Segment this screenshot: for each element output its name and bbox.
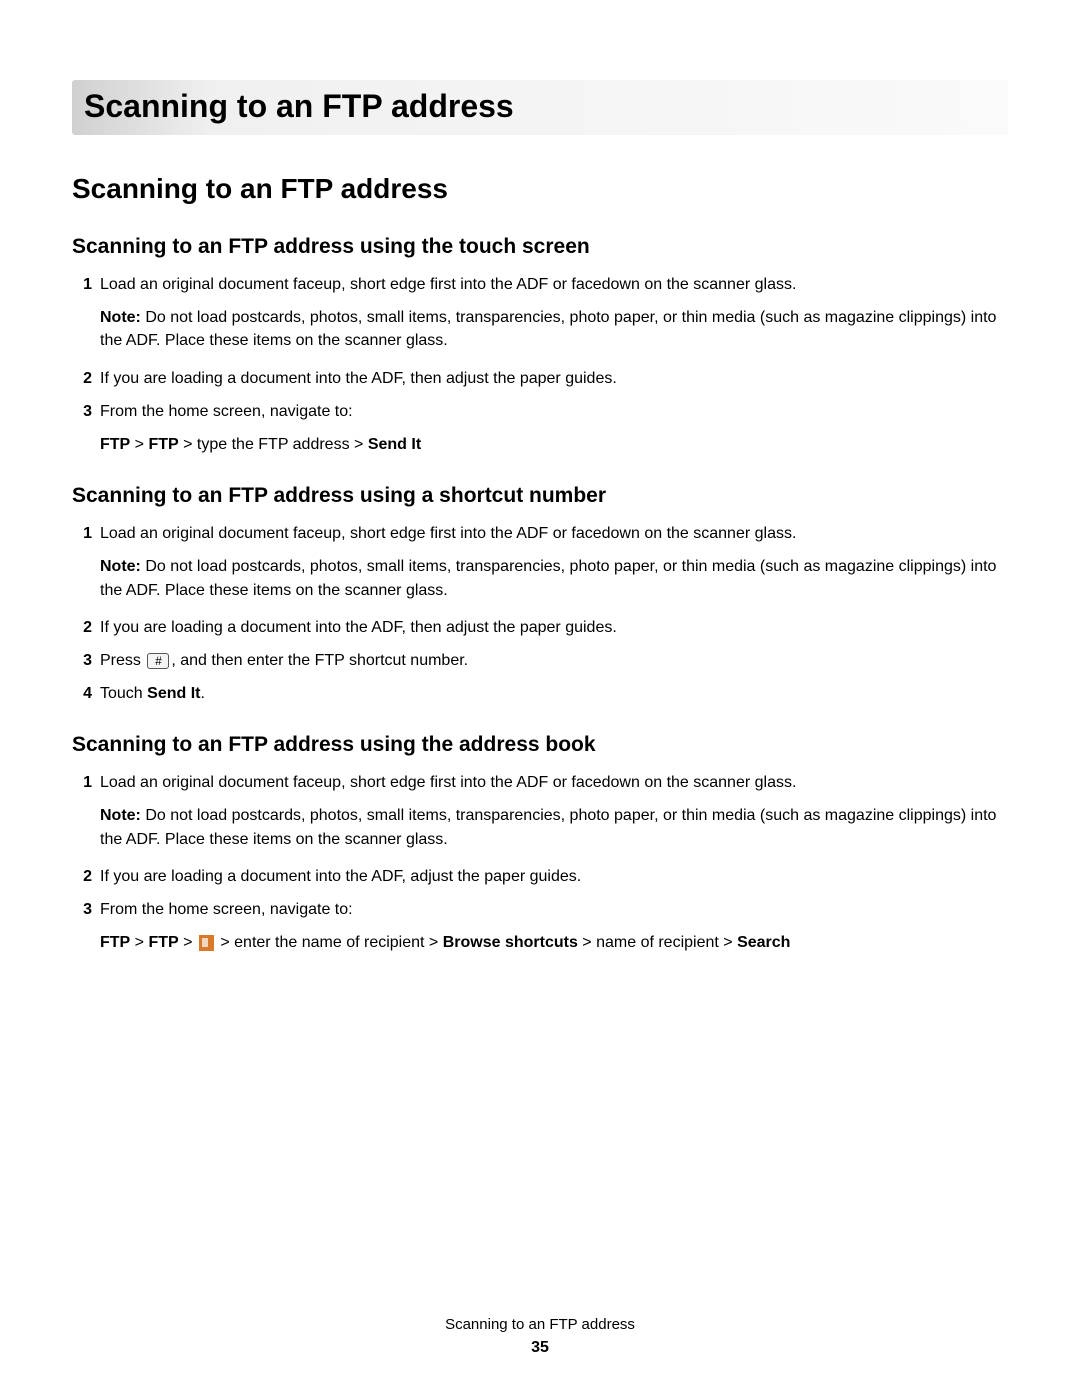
path-text: > enter the name of recipient > (216, 934, 443, 951)
navigation-path: FTP > FTP > type the FTP address > Send … (100, 433, 1008, 456)
step-text: Load an original document faceup, short … (100, 771, 1008, 794)
step-number: 3 (72, 898, 100, 921)
step4-pre: Touch (100, 685, 147, 702)
step-row: 2 If you are loading a document into the… (72, 367, 1008, 390)
step-number: 1 (72, 771, 100, 794)
path-segment-send: Send It (368, 436, 421, 453)
navigation-path: FTP > FTP > > enter the name of recipien… (100, 931, 1008, 954)
step-row: 3 From the home screen, navigate to: (72, 898, 1008, 921)
step3-post: , and then enter the FTP shortcut number… (171, 652, 468, 669)
step-row: 2 If you are loading a document into the… (72, 865, 1008, 888)
addressbook-icon (199, 935, 214, 951)
step-text: Load an original document faceup, short … (100, 522, 1008, 545)
section-heading-h2: Scanning to an FTP address (72, 173, 1008, 205)
path-sep: > (130, 934, 148, 951)
note-block: Note: Do not load postcards, photos, sma… (100, 555, 1008, 601)
note-text: Do not load postcards, photos, small ite… (100, 309, 996, 349)
hash-key-icon: # (147, 653, 169, 669)
path-sep: > (179, 934, 197, 951)
step-number: 1 (72, 522, 100, 545)
page-title: Scanning to an FTP address (84, 88, 996, 125)
note-label: Note: (100, 309, 141, 326)
note-text: Do not load postcards, photos, small ite… (100, 807, 996, 847)
step-number: 2 (72, 367, 100, 390)
step-number: 3 (72, 400, 100, 423)
step-text: From the home screen, navigate to: (100, 898, 1008, 921)
step3-pre: Press (100, 652, 145, 669)
step-number: 3 (72, 649, 100, 672)
step-row: 3 Press #, and then enter the FTP shortc… (72, 649, 1008, 672)
subsection-heading-touch: Scanning to an FTP address using the tou… (72, 235, 1008, 259)
path-segment-browse: Browse shortcuts (443, 934, 578, 951)
step4-post: . (200, 685, 204, 702)
path-segment-ftp: FTP (100, 436, 130, 453)
page-title-bar: Scanning to an FTP address (72, 80, 1008, 135)
note-block: Note: Do not load postcards, photos, sma… (100, 306, 1008, 352)
step-row: 1 Load an original document faceup, shor… (72, 273, 1008, 296)
path-text: > name of recipient > (578, 934, 737, 951)
step-text: Load an original document faceup, short … (100, 273, 1008, 296)
step4-bold: Send It (147, 685, 200, 702)
step-row: 1 Load an original document faceup, shor… (72, 522, 1008, 545)
step-text: If you are loading a document into the A… (100, 367, 1008, 390)
step-row: 4 Touch Send It. (72, 682, 1008, 705)
subsection-heading-addressbook: Scanning to an FTP address using the add… (72, 733, 1008, 757)
path-segment-search: Search (737, 934, 790, 951)
footer-page-number: 35 (0, 1339, 1080, 1357)
subsection-heading-shortcut: Scanning to an FTP address using a short… (72, 484, 1008, 508)
step-number: 2 (72, 616, 100, 639)
step-row: 3 From the home screen, navigate to: (72, 400, 1008, 423)
step-text: From the home screen, navigate to: (100, 400, 1008, 423)
step-text: If you are loading a document into the A… (100, 865, 1008, 888)
note-label: Note: (100, 807, 141, 824)
step-row: 2 If you are loading a document into the… (72, 616, 1008, 639)
note-label: Note: (100, 558, 141, 575)
step-text: Press #, and then enter the FTP shortcut… (100, 649, 1008, 672)
footer-title: Scanning to an FTP address (0, 1316, 1080, 1333)
path-segment-ftp: FTP (148, 436, 178, 453)
path-text: > type the FTP address > (179, 436, 368, 453)
path-segment-ftp: FTP (148, 934, 178, 951)
step-number: 1 (72, 273, 100, 296)
page-footer: Scanning to an FTP address 35 (0, 1316, 1080, 1357)
path-segment-ftp: FTP (100, 934, 130, 951)
step-row: 1 Load an original document faceup, shor… (72, 771, 1008, 794)
note-block: Note: Do not load postcards, photos, sma… (100, 804, 1008, 850)
note-text: Do not load postcards, photos, small ite… (100, 558, 996, 598)
step-text: If you are loading a document into the A… (100, 616, 1008, 639)
step-number: 4 (72, 682, 100, 705)
step-number: 2 (72, 865, 100, 888)
step-text: Touch Send It. (100, 682, 1008, 705)
path-sep: > (130, 436, 148, 453)
